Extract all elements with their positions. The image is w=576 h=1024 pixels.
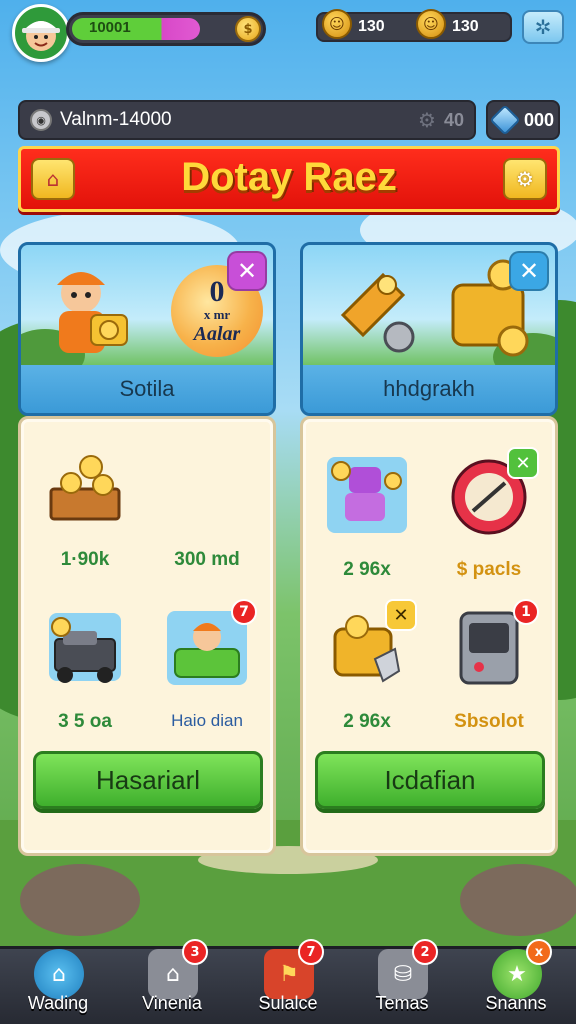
coin-machine-icon xyxy=(41,605,129,689)
shop-item-3[interactable]: 3 5 oa xyxy=(25,605,145,733)
nav-label-5: Snanns xyxy=(485,993,547,1013)
item-check-badge-6: ✕ xyxy=(507,447,539,479)
nav-badge-4: 2 xyxy=(412,939,438,965)
close-button-left[interactable]: ✕ xyxy=(227,251,267,291)
coin-icon: $ xyxy=(235,16,261,42)
title-banner: ⌂ Dotay Raez ⚙ xyxy=(18,146,560,212)
gems-counter[interactable]: 000 xyxy=(486,100,560,140)
resource-item-1: ☺ 130 xyxy=(322,9,416,39)
item-value-8: Sbsolot xyxy=(454,711,524,732)
nav-item-3[interactable]: ⚑ 7 Sulalce xyxy=(238,939,338,1024)
player-face-icon xyxy=(22,21,60,51)
shop-item-7[interactable]: ✕ 2 96x xyxy=(307,599,427,733)
resource-value-2: 130 xyxy=(452,18,479,35)
settings-gear-button[interactable]: ⚙ xyxy=(503,158,547,200)
right-action-button[interactable]: Icdafian xyxy=(315,751,545,809)
item-badge-4: 7 xyxy=(231,599,257,625)
coin-crate-icon xyxy=(41,443,129,527)
nav-label-1: Wading xyxy=(27,993,89,1013)
item-check-badge-7: ✕ xyxy=(385,599,417,631)
search-bar[interactable]: ◉ Valnm-14000 ⚙ 40 xyxy=(18,100,476,140)
shop-item-2[interactable]: 300 md xyxy=(147,443,267,571)
coin-block-icon: ✕ xyxy=(323,599,417,689)
gear-icon: ⚙ xyxy=(516,167,534,191)
page-title: Dotay Raez xyxy=(181,155,397,199)
nav-item-4[interactable]: ⛁ 2 Temas xyxy=(352,939,452,1024)
item-value-3: 3 5 oa xyxy=(58,711,112,732)
resource-item-2: ☺ 130 xyxy=(416,9,510,39)
item-panel-right: 2 96x ✕ $ pacls ✕ 2 96x 1 Sbsolot Icdafi… xyxy=(300,416,558,856)
search-count: 40 xyxy=(443,109,464,130)
shop-item-1[interactable]: 1·90k xyxy=(25,443,145,571)
gem-icon xyxy=(489,104,521,136)
close-icon: ✕ xyxy=(236,257,258,285)
shop-item-4[interactable]: 7 Haio dian xyxy=(147,599,267,731)
gems-value: 000 xyxy=(524,109,555,130)
target-dial-icon: ✕ xyxy=(445,447,539,537)
driver-cart-icon: 7 xyxy=(163,599,257,689)
bubble-small-text: x mr xyxy=(203,306,231,322)
item-value-5: 2 96x xyxy=(343,559,391,580)
offer-card-left[interactable]: 0 x mr Aalar ✕ Sotila xyxy=(18,242,276,416)
search-icon: ◉ xyxy=(30,109,52,131)
item-value-4: Haio dian xyxy=(171,711,243,730)
bubble-name-text: Aalar xyxy=(193,322,241,345)
item-badge-8: 1 xyxy=(513,599,539,625)
item-value-6: $ pacls xyxy=(456,559,522,580)
shop-item-8[interactable]: 1 Sbsolot xyxy=(429,599,549,733)
nav-label-3: Sulalce xyxy=(258,993,318,1013)
nav-item-2[interactable]: ⌂ 3 Vinenia xyxy=(122,939,222,1024)
xp-value: 10001 xyxy=(89,19,131,36)
empty-slot-icon xyxy=(163,443,251,527)
nav-label-2: Vinenia xyxy=(142,993,202,1013)
search-text: Valnm-14000 xyxy=(60,109,172,130)
nav-item-5[interactable]: ★ x Snanns xyxy=(466,939,566,1024)
xp-bar: 10001 $ xyxy=(66,12,266,46)
left-action-button[interactable]: Hasariarl xyxy=(33,751,263,809)
player-avatar[interactable] xyxy=(12,4,70,62)
bubble-big-text: 0 xyxy=(209,274,225,308)
item-value-2: 300 md xyxy=(174,549,240,570)
nav-badge-2: 3 xyxy=(182,939,208,965)
item-panel-left: 1·90k 300 md 3 5 oa 7 Haio dian Hasariar… xyxy=(18,416,276,856)
resource-value-1: 130 xyxy=(358,18,385,35)
offer-card-right[interactable]: ✕ hhdgrakh xyxy=(300,242,558,416)
resource-bar: ☺ 130 ☺ 130 xyxy=(316,9,512,42)
gold-figure-icon: ☺ xyxy=(322,9,352,39)
close-button-right[interactable]: ✕ xyxy=(509,251,549,291)
robot-character-icon xyxy=(323,453,411,537)
nav-item-1[interactable]: ⌂ Wading xyxy=(8,949,108,1024)
home-icon: ⌂ xyxy=(34,949,84,999)
offer-label-left: Sotila xyxy=(21,365,273,413)
nav-label-4: Temas xyxy=(375,993,429,1013)
shop-item-6[interactable]: ✕ $ pacls xyxy=(429,447,549,581)
bottom-nav: ⌂ Wading ⌂ 3 Vinenia ⚑ 7 Sulalce ⛁ 2 Tem… xyxy=(0,939,576,1024)
nav-badge-3: 7 xyxy=(298,939,324,965)
gold-figure-icon: ☺ xyxy=(416,9,446,39)
gears-icon: ⚙ xyxy=(418,108,436,132)
vending-machine-icon: 1 xyxy=(445,599,539,689)
shop-item-5[interactable]: 2 96x xyxy=(307,453,427,581)
puzzle-gear-icon: ✲ xyxy=(534,15,552,39)
item-value-1: 1·90k xyxy=(60,549,110,570)
close-icon: ✕ xyxy=(518,257,540,285)
item-value-7: 2 96x xyxy=(343,711,391,732)
nav-badge-5: x xyxy=(526,939,552,965)
offer-label-right: hhdgrakh xyxy=(303,365,555,413)
settings-button[interactable]: ✲ xyxy=(522,10,564,44)
